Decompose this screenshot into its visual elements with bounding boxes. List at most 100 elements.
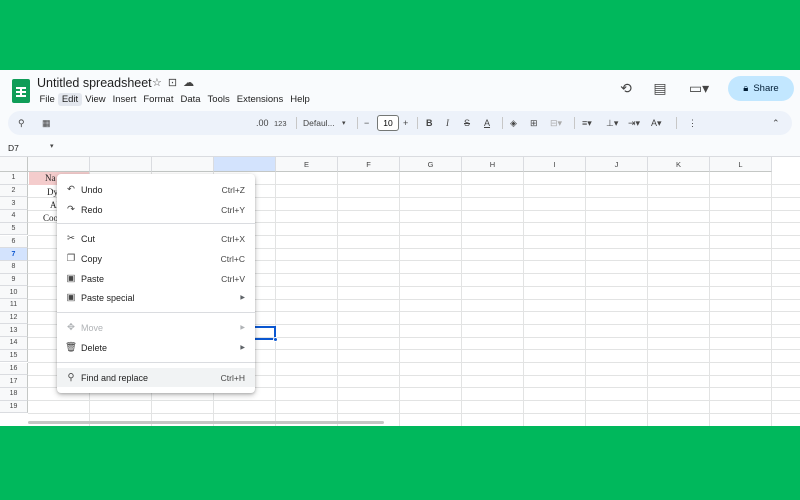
column-header[interactable] xyxy=(28,157,90,172)
text-color-icon[interactable]: A xyxy=(484,111,490,135)
column-header[interactable]: I xyxy=(524,157,586,172)
column-header[interactable]: F xyxy=(338,157,400,172)
share-button[interactable]: 🔒︎ Share xyxy=(728,76,794,101)
menu-file[interactable]: File xyxy=(36,93,58,106)
menu-extensions[interactable]: Extensions xyxy=(233,93,286,106)
fill-color-icon[interactable]: ◈ xyxy=(510,111,517,135)
submenu-arrow-icon: ▶ xyxy=(240,325,245,331)
row-header[interactable]: 19 xyxy=(0,400,28,414)
decrease-font-size-icon[interactable]: − xyxy=(364,111,369,135)
comments-icon[interactable]: ▤ xyxy=(650,79,670,99)
row-header[interactable]: 17 xyxy=(0,375,28,388)
menu-format[interactable]: Format xyxy=(140,93,177,106)
name-box-caret-icon[interactable]: ▾ xyxy=(50,142,54,150)
horizontal-align-icon[interactable]: ≡▾ xyxy=(582,111,592,135)
menu-insert[interactable]: Insert xyxy=(109,93,140,106)
name-box[interactable]: D7 xyxy=(8,143,19,153)
column-header[interactable]: K xyxy=(648,157,710,172)
collapse-menus-icon[interactable]: ⌃ xyxy=(772,111,780,135)
menu-item-paste-special[interactable]: ▣ Paste special ▶ xyxy=(57,288,255,307)
increase-decimal-button[interactable]: .00 xyxy=(256,111,269,135)
italic-icon[interactable]: I xyxy=(446,111,449,135)
text-rotation-icon[interactable]: A▾ xyxy=(651,111,662,135)
shortcut-label: Ctrl+C xyxy=(220,253,245,264)
select-all-corner[interactable] xyxy=(0,157,28,172)
menu-item-move[interactable]: ✥ Move ▶ xyxy=(57,318,255,337)
copy-icon: ❐ xyxy=(66,253,76,264)
menu-data[interactable]: Data xyxy=(177,93,204,106)
toolbar-divider xyxy=(417,117,418,129)
menu-item-undo[interactable]: ↶ Undo Ctrl+Z xyxy=(57,180,255,199)
row-header[interactable]: 14 xyxy=(0,337,28,350)
bold-icon[interactable]: B xyxy=(426,111,433,135)
cell-a1[interactable]: Na xyxy=(45,173,56,183)
increase-font-size-icon[interactable]: + xyxy=(403,111,408,135)
menu-item-label: Cut xyxy=(81,233,96,244)
search-menus-icon[interactable]: ⚲ xyxy=(18,111,25,135)
cell-a4[interactable]: Coo xyxy=(43,213,58,223)
chevron-down-icon[interactable]: ▾ xyxy=(342,111,346,135)
toolbar-divider xyxy=(676,117,677,129)
column-header[interactable]: H xyxy=(462,157,524,172)
row-header[interactable]: 2 xyxy=(0,184,28,198)
row-header[interactable]: 18 xyxy=(0,387,28,401)
menu-item-copy[interactable]: ❐ Copy Ctrl+C xyxy=(57,249,255,268)
row-header[interactable]: 4 xyxy=(0,210,28,223)
borders-icon[interactable]: ⊞ xyxy=(530,111,538,135)
column-header[interactable] xyxy=(90,157,152,172)
strikethrough-icon[interactable]: S xyxy=(464,111,470,135)
menu-item-label: Paste xyxy=(81,273,105,284)
column-header[interactable]: L xyxy=(710,157,772,172)
toolbar-divider xyxy=(296,117,297,129)
shortcut-label: Ctrl+X xyxy=(221,233,245,244)
column-header[interactable] xyxy=(152,157,214,172)
cloud-status-icon[interactable]: ☁ xyxy=(183,76,194,89)
table-icon[interactable]: ▦ xyxy=(42,111,51,135)
move-to-folder-icon[interactable]: ⊡ xyxy=(168,76,177,89)
row-header[interactable]: 3 xyxy=(0,197,28,211)
menu-item-find-and-replace[interactable]: ⚲ Find and replace Ctrl+H xyxy=(57,368,255,387)
menu-item-paste[interactable]: ▣ Paste Ctrl+V xyxy=(57,269,255,288)
row-header[interactable]: 7 xyxy=(0,248,28,261)
menu-help[interactable]: Help xyxy=(287,93,314,106)
paste-icon: ▣ xyxy=(66,273,76,284)
more-formats-button[interactable]: 123 xyxy=(274,111,287,135)
row-header[interactable]: 10 xyxy=(0,286,28,299)
column-header[interactable]: G xyxy=(400,157,462,172)
more-options-icon[interactable]: ⋮ xyxy=(688,111,697,135)
fill-handle[interactable] xyxy=(273,337,278,342)
row-header[interactable]: 9 xyxy=(0,273,28,287)
row-header[interactable]: 5 xyxy=(0,222,28,236)
menu-item-cut[interactable]: ✂ Cut Ctrl+X xyxy=(57,229,255,248)
document-title[interactable]: Untitled spreadsheet xyxy=(37,76,152,90)
row-header[interactable]: 11 xyxy=(0,299,28,312)
column-header[interactable]: E xyxy=(276,157,338,172)
text-wrapping-icon[interactable]: ⇥▾ xyxy=(628,111,640,135)
shortcut-label: Ctrl+H xyxy=(220,372,245,383)
menu-item-label: Undo xyxy=(81,184,103,195)
font-size-input[interactable]: 10 xyxy=(377,115,399,131)
vertical-align-icon[interactable]: ⊥▾ xyxy=(606,111,618,135)
row-header[interactable]: 15 xyxy=(0,349,28,363)
menu-tools[interactable]: Tools xyxy=(204,93,233,106)
font-family-select[interactable]: Defaul... xyxy=(303,111,335,135)
row-header[interactable]: 8 xyxy=(0,260,28,274)
row-header[interactable]: 13 xyxy=(0,324,28,338)
merge-cells-icon[interactable]: ⊟▾ xyxy=(550,111,562,135)
menu-edit[interactable]: Edit xyxy=(58,93,82,106)
toolbar-divider xyxy=(502,117,503,129)
star-icon[interactable]: ☆ xyxy=(152,76,162,89)
menu-item-delete[interactable]: 🗑︎ Delete ▶ xyxy=(57,338,255,357)
row-header[interactable]: 6 xyxy=(0,235,28,249)
column-header[interactable] xyxy=(214,157,276,172)
menu-view[interactable]: View xyxy=(82,93,109,106)
column-header[interactable]: J xyxy=(586,157,648,172)
row-header[interactable]: 16 xyxy=(0,362,28,376)
sheets-logo-icon[interactable] xyxy=(12,79,30,103)
meet-icon[interactable]: ▭▾ xyxy=(684,79,714,99)
row-header[interactable]: 12 xyxy=(0,311,28,325)
menu-item-redo[interactable]: ↷ Redo Ctrl+Y xyxy=(57,200,255,219)
horizontal-scrollbar[interactable] xyxy=(28,421,384,424)
row-header[interactable]: 1 xyxy=(0,172,28,185)
version-history-icon[interactable]: ⟲ xyxy=(616,79,636,99)
